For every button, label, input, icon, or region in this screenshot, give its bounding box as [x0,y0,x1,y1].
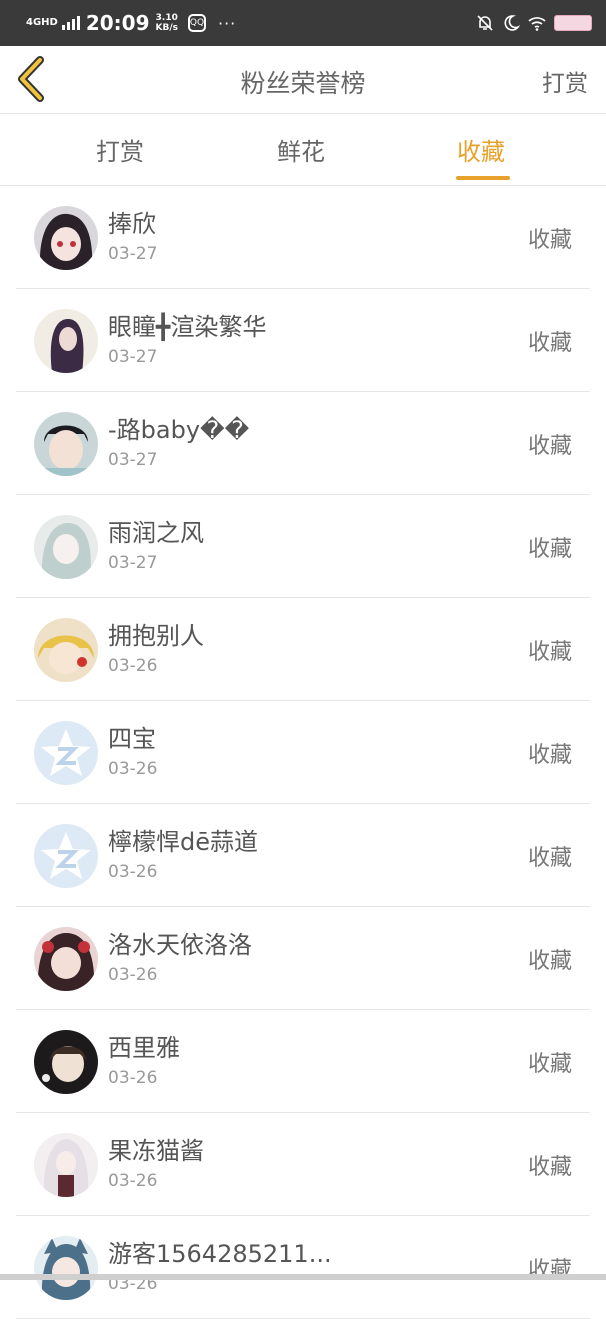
wifi-icon [528,17,546,31]
clock: 20:09 [85,11,150,35]
do-not-disturb-moon-icon [504,15,520,31]
network-speed: 3.10 KB/s [155,13,178,33]
list-item[interactable]: 果冻猫酱 03-26 收藏 [0,1113,606,1216]
tab-favorites[interactable]: 收藏 [457,132,505,167]
list-item[interactable]: 西里雅 03-26 收藏 [0,1010,606,1113]
battery-icon [554,15,592,31]
avatar[interactable] [34,206,98,270]
date: 03-26 [108,1171,158,1191]
date: 03-26 [108,656,158,676]
avatar[interactable] [34,618,98,682]
user-name: 四宝 [108,725,156,753]
more-notifications-icon: ··· [218,13,237,33]
favorite-label: 收藏 [527,537,572,562]
user-name: 果冻猫酱 [108,1137,204,1165]
date: 03-26 [108,1068,158,1088]
favorite-label: 收藏 [527,331,572,356]
list-item[interactable]: 雨润之风 03-27 收藏 [0,495,606,598]
page-title: 粉丝荣誉榜 [240,69,366,98]
qq-notification-icon: QQ [188,14,206,32]
user-name: 洛水天依洛洛 [108,931,252,959]
list-item[interactable]: 洛水天依洛洛 03-26 收藏 [0,907,606,1010]
avatar[interactable] [34,309,98,373]
list-item[interactable]: 四宝 03-26 收藏 [0,701,606,804]
date: 03-26 [108,862,158,882]
avatar[interactable] [34,927,98,991]
user-name: 雨润之风 [108,519,204,547]
avatar[interactable] [34,412,98,476]
user-name: -路baby�� [108,416,250,444]
user-name: 捧欣 [108,210,156,238]
date: 03-27 [108,347,158,367]
user-name: 檸檬悍dē蒜道 [108,828,258,856]
favorite-label: 收藏 [527,743,572,768]
fan-list: 捧欣 03-27 收藏 眼瞳╋渲染繁华 03-27 收藏 -路baby�� 03… [0,186,606,1319]
status-bar: 4GHD 20:09 3.10 KB/s QQ ··· [0,0,606,46]
date: 03-27 [108,244,158,264]
favorite-label: 收藏 [527,846,572,871]
favorite-label: 收藏 [527,640,572,665]
avatar[interactable] [34,1236,98,1300]
mute-bell-icon [477,15,493,31]
signal-icon [61,16,80,30]
avatar[interactable] [34,1133,98,1197]
list-item[interactable]: 檸檬悍dē蒜道 03-26 收藏 [0,804,606,907]
avatar[interactable] [34,515,98,579]
default-avatar-star-icon[interactable] [34,824,98,888]
list-item[interactable]: 拥抱别人 03-26 收藏 [0,598,606,701]
user-name: 西里雅 [108,1034,180,1062]
date: 03-26 [108,965,158,985]
tab-reward[interactable]: 打赏 [96,132,144,167]
user-name: 游客1564285211... [108,1240,332,1268]
active-tab-indicator [456,176,510,180]
list-item[interactable]: -路baby�� 03-27 收藏 [0,392,606,495]
avatar[interactable] [34,1030,98,1094]
user-name: 眼瞳╋渲染繁华 [108,313,267,341]
app-header: 粉丝荣誉榜 打赏 [0,46,606,114]
default-avatar-star-icon[interactable] [34,721,98,785]
tab-flowers[interactable]: 鲜花 [277,132,325,167]
list-item[interactable]: 捧欣 03-27 收藏 [0,186,606,289]
reward-button[interactable]: 打赏 [542,64,588,98]
favorite-label: 收藏 [527,228,572,253]
list-item[interactable]: 游客1564285211... 03-26 收藏 [0,1216,606,1319]
date: 03-27 [108,450,158,470]
user-name: 拥抱别人 [108,622,204,650]
date: 03-26 [108,759,158,779]
favorite-label: 收藏 [527,949,572,974]
favorite-label: 收藏 [527,1052,572,1077]
navigation-bar [0,1274,606,1280]
favorite-label: 收藏 [527,434,572,459]
tab-bar: 打赏 鲜花 收藏 [0,114,606,186]
date: 03-27 [108,553,158,573]
list-item[interactable]: 眼瞳╋渲染繁华 03-27 收藏 [0,289,606,392]
favorite-label: 收藏 [527,1155,572,1180]
network-type: 4GHD [26,17,58,28]
